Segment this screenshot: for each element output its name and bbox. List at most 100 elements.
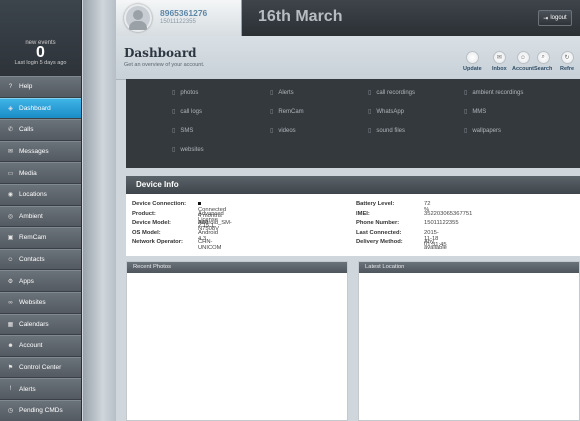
- app-ambient-recordings[interactable]: ▯ ambient recordings: [464, 89, 523, 97]
- logout-button[interactable]: ⇥ logout: [538, 10, 572, 26]
- sidebar-item-label: RemCam: [19, 234, 47, 242]
- app-sound-files[interactable]: ▯ sound files: [368, 127, 405, 135]
- app-wallpapers[interactable]: ▯ wallpapers: [464, 127, 501, 135]
- device-field: Product: Advanced License 2.15.1: [132, 211, 224, 229]
- app-websites[interactable]: ▯ websites: [172, 146, 204, 154]
- logout-label: logout: [550, 15, 567, 21]
- recent-photos-heading: Recent Photos: [127, 262, 347, 273]
- search-action[interactable]: ⌕ Search: [534, 51, 552, 72]
- sidebar-item-label: Messages: [19, 148, 49, 156]
- page-titlebar: Dashboard Get an overview of your accoun…: [116, 36, 580, 80]
- apps-grid: ▯ photos ▯ Alerts ▯ call recordings ▯ ambient r…: [126, 79, 580, 168]
- date-title: 16th March: [258, 8, 343, 25]
- sidebar: new events 0 Last login 5 days ago ? Help…: [0, 0, 82, 421]
- app-photos[interactable]: ▯ photos: [172, 89, 198, 97]
- sidebar-item-contacts[interactable]: ☺ Contacts: [0, 248, 81, 271]
- device-field-label: Battery Level:: [356, 201, 395, 207]
- search-icon: ⌕: [536, 51, 550, 64]
- refre-action[interactable]: ↻ Refre: [560, 51, 574, 72]
- sidebar-item-label: Media: [19, 169, 37, 177]
- app-whatsapp[interactable]: ▯ WhatsApp: [368, 108, 404, 116]
- phone-icon: ✆: [7, 127, 14, 134]
- sidebar-item-locations[interactable]: ◉ Locations: [0, 183, 81, 206]
- sidebar-item-calendars[interactable]: ▦ Calendars: [0, 313, 81, 336]
- app-sms[interactable]: ▯ SMS: [172, 127, 193, 135]
- app-tile-icon: ▯: [368, 109, 372, 115]
- device-field: Battery Level: 72 %: [356, 201, 430, 213]
- app-tile-icon: ▯: [464, 128, 468, 134]
- device-field-label: Network Operator:: [132, 239, 183, 245]
- device-field: Delivery Method: Any available: [356, 239, 447, 251]
- app-call-recordings[interactable]: ▯ call recordings: [368, 89, 415, 97]
- app-tile-icon: ▯: [368, 90, 372, 96]
- inbox-action[interactable]: ✉ Inbox: [492, 51, 507, 72]
- account-action[interactable]: ☺ Account: [512, 51, 534, 72]
- app-mms[interactable]: ▯ MMS: [464, 108, 487, 116]
- action-label: Account: [512, 66, 534, 72]
- sidebar-item-label: Apps: [19, 277, 34, 285]
- device-field-value: 352203065367751: [424, 211, 472, 217]
- latest-location-panel: Latest Location: [358, 261, 580, 421]
- device-field: OS Model: Android 4.3: [132, 230, 218, 242]
- device-field: Last Connected: 2015-11-18 01:31:45: [356, 229, 447, 248]
- action-label: Inbox: [492, 66, 507, 72]
- sidebar-item-control-center[interactable]: ⚑ Control Center: [0, 356, 81, 379]
- page-subtitle: Get an overview of your account.: [124, 62, 205, 68]
- device-sub-number: 15011122355: [160, 19, 196, 25]
- last-login: Last login 5 days ago: [14, 60, 67, 66]
- media-icon: ▭: [7, 170, 14, 177]
- app-label: videos: [278, 127, 296, 134]
- sidebar-item-calls[interactable]: ✆ Calls: [0, 119, 81, 141]
- sidebar-item-pending-cmds[interactable]: ◷ Pending CMDs: [0, 399, 81, 421]
- device-info-panel: Device Info Device Connection: Connected …: [126, 176, 580, 256]
- top-header: 8965361276 15011122355 16th March ⇥ logo…: [116, 0, 580, 36]
- device-field-label: Device Connection:: [132, 201, 187, 207]
- update-action[interactable]: Update: [463, 51, 482, 72]
- inbox-icon: ✉: [492, 51, 506, 64]
- app-remcam[interactable]: ▯ RemCam: [270, 108, 304, 116]
- sidebar-nav: ? Help ◈ Dashboard ✆ Calls ✉ Messages ▭ Media ◉ Loc…: [0, 76, 81, 421]
- device-field: Device Connection: Connected 4 months ago: [132, 201, 226, 225]
- sidebar-item-dashboard[interactable]: ◈ Dashboard: [0, 97, 81, 120]
- sidebar-item-messages[interactable]: ✉ Messages: [0, 140, 81, 163]
- sidebar-item-alerts[interactable]: ! Alerts: [0, 378, 81, 400]
- app-tile-icon: ▯: [270, 128, 274, 134]
- sidebar-item-apps[interactable]: ⚙ Apps: [0, 270, 81, 292]
- sidebar-item-help[interactable]: ? Help: [0, 76, 81, 98]
- sidebar-divider: [83, 0, 116, 421]
- sidebar-item-account[interactable]: ☻ Account: [0, 335, 81, 357]
- events-count: 0: [36, 44, 45, 61]
- device-profile[interactable]: 8965361276 15011122355: [116, 0, 242, 36]
- sidebar-item-label: Control Center: [19, 364, 62, 372]
- app-tile-icon: ▯: [464, 109, 468, 115]
- app-alerts[interactable]: ▯ Alerts: [270, 89, 294, 97]
- app-call-logs[interactable]: ▯ call logs: [172, 108, 202, 116]
- calendar-icon: ▦: [7, 321, 14, 328]
- control-icon: ⚑: [7, 365, 14, 372]
- sidebar-item-label: Ambient: [19, 212, 43, 220]
- device-field-value: CHN-UNICOM: [198, 239, 222, 251]
- app-tile-icon: ▯: [172, 128, 176, 134]
- sidebar-item-websites[interactable]: ∞ Websites: [0, 291, 81, 314]
- action-label: Search: [534, 66, 553, 72]
- app-label: call logs: [180, 108, 202, 115]
- device-field-text: 352203065367751: [424, 210, 473, 217]
- sidebar-item-ambient[interactable]: ◎ Ambient: [0, 205, 81, 228]
- help-icon: ?: [8, 83, 13, 90]
- events-summary: new events 0 Last login 5 days ago: [0, 0, 81, 76]
- sidebar-item-label: Locations: [19, 191, 47, 199]
- app-tile-icon: ▯: [172, 109, 176, 115]
- sidebar-item-remcam[interactable]: ▣ RemCam: [0, 227, 81, 249]
- device-field: Device Model: Android_SM-N7508V: [132, 220, 232, 232]
- ambient-icon: ◎: [7, 213, 14, 220]
- device-field-label: IMEI:: [356, 210, 370, 217]
- action-label: Refre: [560, 66, 575, 72]
- app-videos[interactable]: ▯ videos: [270, 127, 296, 135]
- update-icon: [465, 51, 479, 64]
- device-field-label: Last Connected:: [356, 229, 402, 236]
- device-field: IMEI: 352203065367751: [356, 210, 472, 217]
- sidebar-item-media[interactable]: ▭ Media: [0, 162, 81, 184]
- sidebar-item-label: Alerts: [19, 385, 36, 393]
- avatar-icon: [124, 4, 152, 32]
- app-label: MMS: [472, 108, 487, 115]
